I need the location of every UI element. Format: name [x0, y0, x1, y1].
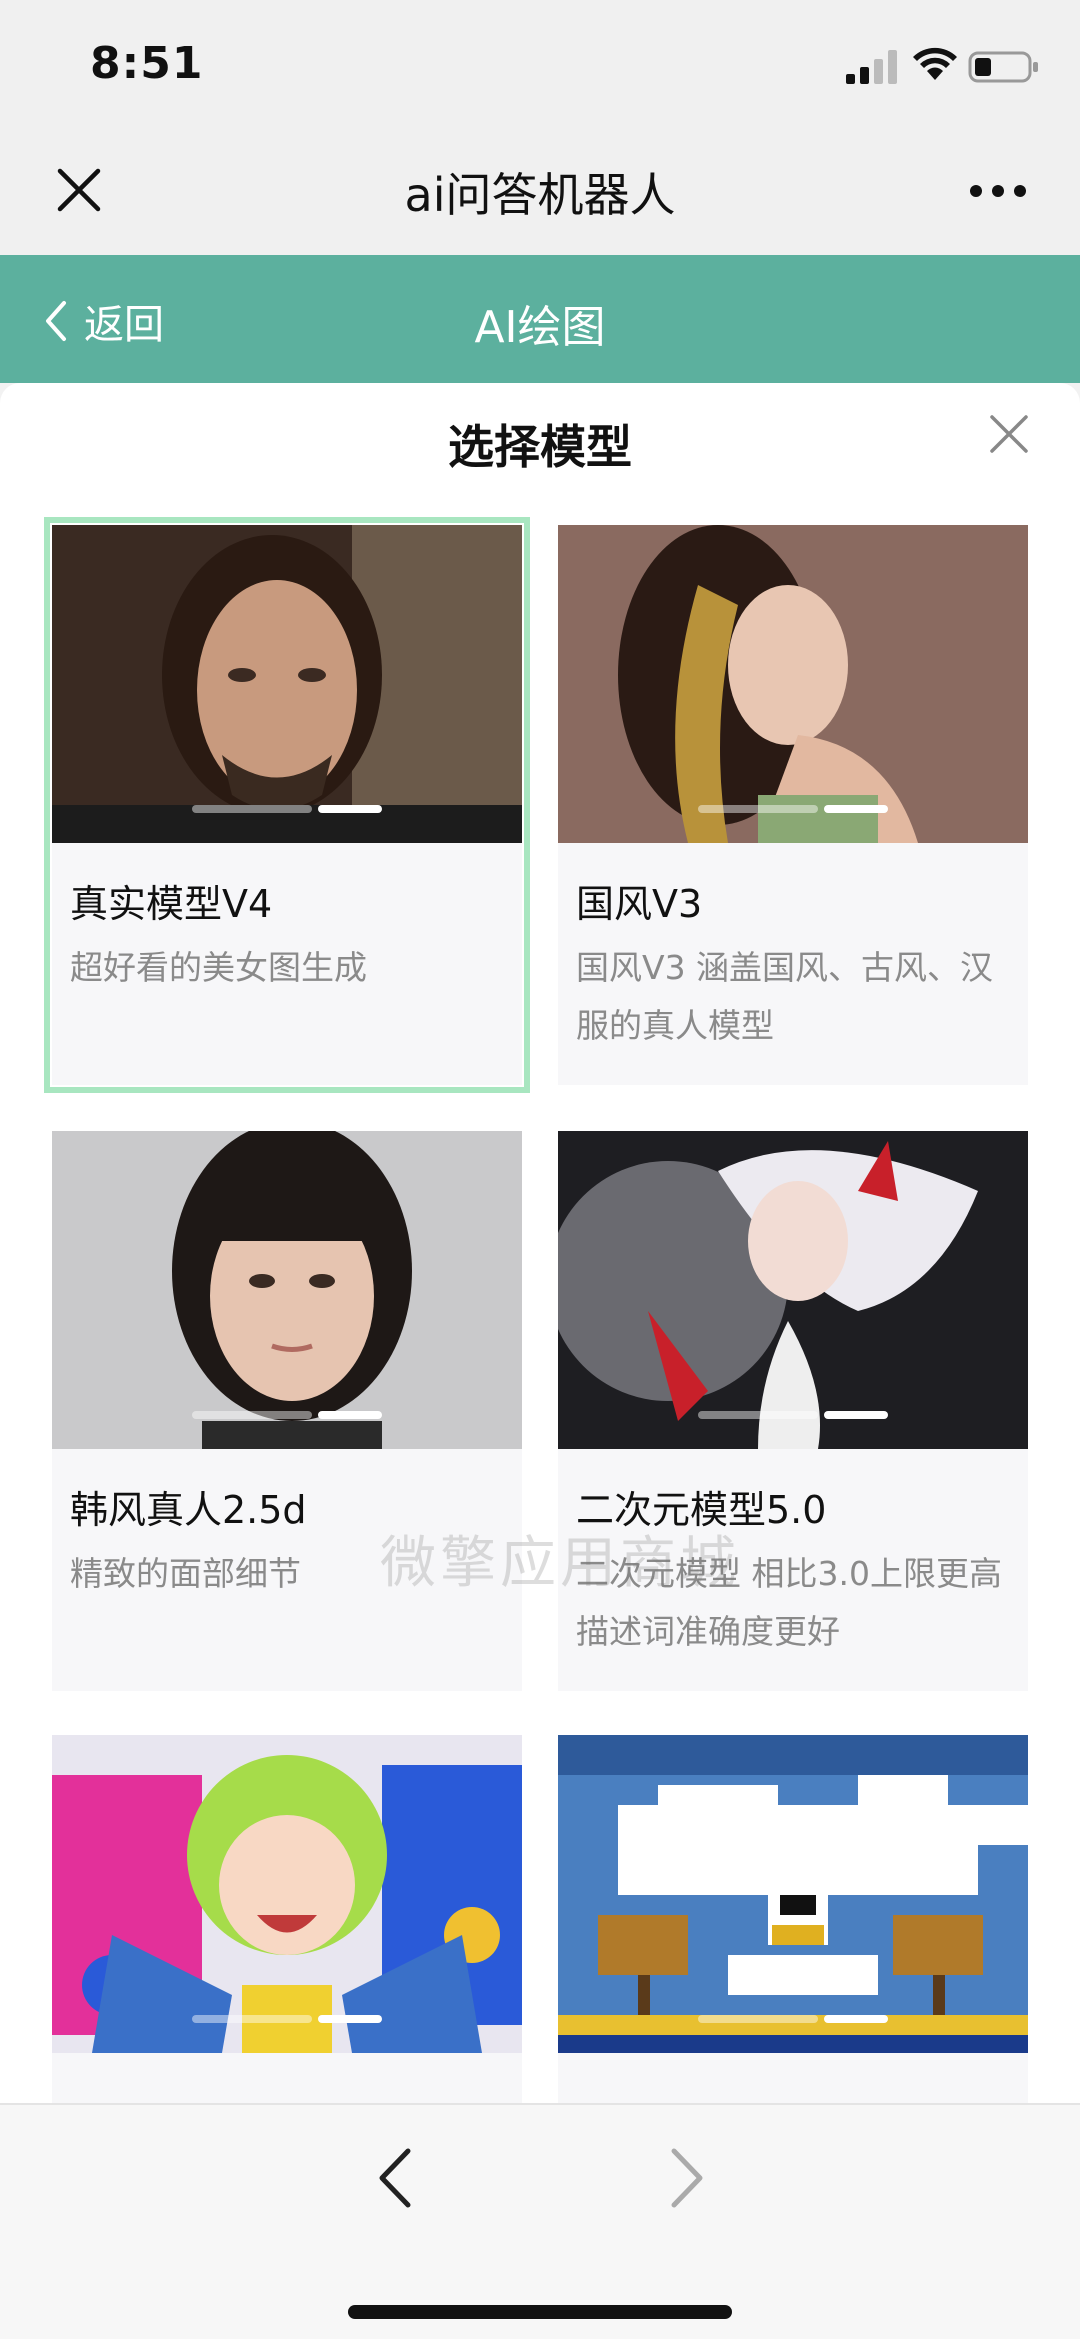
browser-toolbar — [0, 2103, 1080, 2339]
model-thumbnail — [52, 525, 522, 843]
model-card-cartoon[interactable] — [52, 1735, 522, 2103]
cellular-signal-icon — [846, 50, 897, 84]
model-thumbnail — [52, 1131, 522, 1449]
carousel-indicator — [698, 1411, 888, 1419]
model-card-guofeng-v3[interactable]: 国风V3 国风V3 涵盖国风、古风、汉服的真人模型 — [558, 525, 1028, 1085]
model-card-korean-2-5d[interactable]: 韩风真人2.5d 精致的面部细节 — [52, 1131, 522, 1691]
model-thumbnail — [558, 1735, 1028, 2053]
model-name: 韩风真人2.5d — [70, 1488, 307, 1532]
model-description: 超好看的美女图生成 — [70, 948, 367, 987]
model-name: 真实模型V4 — [70, 882, 273, 926]
carousel-indicator — [192, 1411, 382, 1419]
watermark: 微擎应用商城 — [380, 1531, 740, 1596]
status-time: 8:51 — [90, 38, 204, 89]
model-thumbnail — [52, 1735, 522, 2053]
mini-program-nav: ai问答机器人 — [0, 135, 1080, 255]
status-bar: 8:51 — [0, 0, 1080, 135]
carousel-indicator — [192, 2015, 382, 2023]
carousel-indicator — [698, 2015, 888, 2023]
model-description: 国风V3 涵盖国风、古风、汉服的真人模型 — [576, 948, 994, 1045]
model-selection-sheet: 选择模型 真实模型V4 超好看的美女图生成 国风V3 国风V3 涵盖国风、古风、… — [0, 383, 1080, 2103]
model-card-anime-5-0[interactable]: 二次元模型5.0 二次元模型 相比3.0上限更高 描述词准确度更好 — [558, 1131, 1028, 1691]
model-name: 国风V3 — [576, 882, 703, 926]
carousel-indicator — [698, 805, 888, 813]
model-card-realistic-v4[interactable]: 真实模型V4 超好看的美女图生成 — [44, 517, 530, 1093]
model-thumbnail — [558, 525, 1028, 843]
model-card-pixel[interactable] — [558, 1735, 1028, 2103]
mini-program-title: ai问答机器人 — [404, 168, 676, 222]
more-icon[interactable] — [968, 183, 1028, 199]
model-thumbnail — [558, 1131, 1028, 1449]
close-icon[interactable] — [988, 413, 1030, 455]
chevron-right-icon[interactable] — [664, 2145, 710, 2211]
page-header: 返回 AI绘图 — [0, 255, 1080, 383]
page-title: AI绘图 — [474, 302, 606, 353]
chevron-left-icon[interactable] — [372, 2145, 418, 2211]
wifi-icon — [913, 47, 957, 80]
sheet-title: 选择模型 — [448, 420, 632, 474]
carousel-indicator — [192, 805, 382, 813]
battery-icon — [968, 51, 1038, 83]
home-indicator — [348, 2305, 732, 2319]
